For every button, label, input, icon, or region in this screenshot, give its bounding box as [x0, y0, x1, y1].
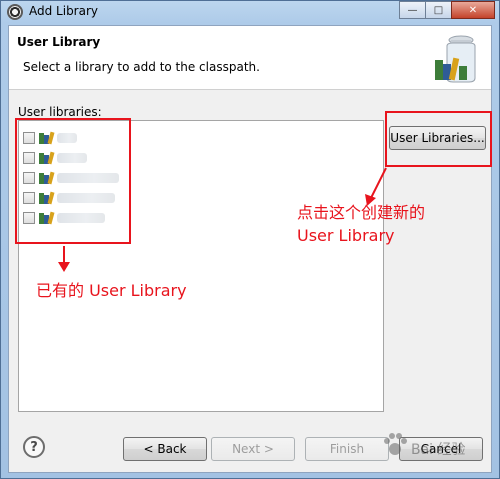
create-annotation-line2: User Library — [297, 226, 395, 245]
eclipse-icon — [7, 4, 23, 20]
watermark: Bai 经验 — [381, 425, 491, 461]
next-button[interactable]: Next > — [211, 437, 295, 461]
window-title: Add Library — [29, 4, 99, 18]
arrow-down-icon — [58, 246, 70, 272]
watermark-text: Bai 经验 — [411, 442, 466, 458]
create-annotation-line1: 点击这个创建新的 — [297, 203, 426, 222]
page-title: User Library — [17, 35, 101, 49]
paw-icon — [384, 433, 407, 455]
minimize-button[interactable]: — — [399, 1, 426, 19]
existing-library-annotation: 已有的 User Library — [36, 281, 187, 300]
dialog-client-area: User Library Select a library to add to … — [8, 25, 492, 473]
help-icon[interactable]: ? — [23, 436, 45, 458]
arrow-up-icon — [365, 167, 387, 206]
finish-button[interactable]: Finish — [305, 437, 389, 461]
close-button[interactable]: ✕ — [451, 1, 495, 19]
title-bar: Add Library — □ ✕ — [1, 1, 499, 23]
page-description: Select a library to add to the classpath… — [23, 60, 260, 74]
user-libraries-button-highlight — [385, 111, 492, 167]
window-controls: — □ ✕ — [399, 1, 495, 19]
back-button[interactable]: < Back — [123, 437, 207, 461]
maximize-button[interactable]: □ — [425, 1, 452, 19]
existing-libraries-highlight — [15, 118, 131, 244]
user-libraries-label: User libraries: — [18, 105, 102, 119]
wizard-header: User Library Select a library to add to … — [9, 26, 491, 90]
library-jar-icon — [435, 35, 476, 83]
